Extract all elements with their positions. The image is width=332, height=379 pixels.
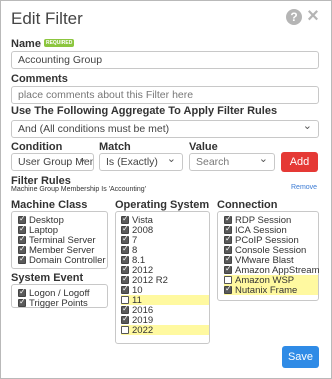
checkbox[interactable] — [121, 254, 129, 264]
checkbox[interactable] — [224, 214, 232, 224]
operating-system-checkbox-item[interactable]: 2012 R2 — [121, 274, 209, 286]
checkbox-label: Nutanix Frame — [235, 284, 298, 296]
edit-filter-dialog: Edit Filter ? × Name REQUIRED Accounting … — [0, 0, 332, 379]
aggregate-label: Use The Following Aggregate To Apply Fil… — [11, 105, 278, 117]
checkbox[interactable] — [121, 326, 129, 334]
machine-class-checkbox-item[interactable]: Desktop — [18, 214, 107, 226]
required-badge: REQUIRED — [43, 39, 75, 48]
checkbox[interactable] — [224, 254, 232, 264]
connection-checkbox-item[interactable]: Console Session — [224, 244, 318, 256]
checkbox[interactable] — [121, 284, 129, 294]
checkbox[interactable] — [18, 297, 26, 307]
checkbox[interactable] — [224, 276, 232, 284]
match-label: Match — [99, 141, 131, 153]
checkbox[interactable] — [224, 224, 232, 234]
operating-system-checkbox-item[interactable]: 2012 — [121, 264, 209, 276]
condition-select[interactable]: User Group Men — [11, 153, 94, 171]
operating-system-list: Vista2008788.120122012 R2101120162019202… — [115, 211, 210, 344]
connection-list: RDP SessionICA SessionPCoIP SessionConso… — [217, 211, 320, 301]
operating-system-checkbox-item[interactable]: 2019 — [121, 314, 209, 326]
operating-system-checkbox-item[interactable]: 8.1 — [121, 254, 209, 266]
checkbox[interactable] — [121, 314, 129, 324]
checkbox[interactable] — [121, 296, 129, 304]
checkbox[interactable] — [224, 234, 232, 244]
save-button[interactable]: Save — [282, 346, 319, 368]
operating-system-checkbox-item[interactable]: 2022 — [121, 324, 209, 336]
system-event-checkbox-item[interactable]: Trigger Points — [18, 297, 107, 309]
checkbox-label: Trigger Points — [29, 297, 88, 309]
system-event-label: System Event — [11, 272, 84, 284]
checkbox[interactable] — [18, 254, 26, 264]
checkbox[interactable] — [224, 264, 232, 274]
value-label: Value — [189, 141, 218, 153]
checkbox[interactable] — [121, 274, 129, 284]
checkbox-label: 2022 — [132, 324, 154, 336]
name-input[interactable]: Accounting Group — [11, 51, 319, 69]
machine-class-checkbox-item[interactable]: Terminal Server — [18, 234, 107, 246]
comments-input[interactable]: place comments about this Filter here — [11, 86, 319, 104]
connection-checkbox-item[interactable]: Amazon AppStream — [224, 264, 320, 276]
checkbox[interactable] — [121, 304, 129, 314]
machine-class-checkbox-item[interactable]: Domain Controller — [18, 254, 107, 266]
checkbox[interactable] — [18, 224, 26, 234]
aggregate-select[interactable]: And (All conditions must be met) — [11, 120, 319, 138]
connection-checkbox-item[interactable]: Amazon WSP — [224, 275, 318, 286]
remove-link[interactable]: Remove — [291, 184, 317, 191]
header-icons: ? × — [286, 6, 321, 26]
system-event-list: Logon / LogoffTrigger Points — [11, 284, 108, 309]
machine-class-checkbox-item[interactable]: Member Server — [18, 244, 107, 256]
operating-system-checkbox-item[interactable]: 2008 — [121, 224, 209, 236]
checkbox[interactable] — [121, 224, 129, 234]
value-search-select[interactable]: Search — [189, 153, 275, 171]
close-icon[interactable]: × — [305, 6, 321, 26]
checkbox[interactable] — [121, 214, 129, 224]
checkbox[interactable] — [18, 287, 26, 297]
system-event-checkbox-item[interactable]: Logon / Logoff — [18, 287, 107, 299]
comments-label: Comments — [11, 73, 68, 85]
name-label-text: Name — [11, 38, 41, 50]
operating-system-checkbox-item[interactable]: 7 — [121, 234, 209, 246]
connection-label: Connection — [217, 199, 278, 211]
help-icon[interactable]: ? — [286, 9, 302, 25]
machine-class-list: DesktopLaptopTerminal ServerMember Serve… — [11, 211, 108, 269]
match-select[interactable]: Is (Exactly) — [99, 153, 183, 171]
checkbox[interactable] — [18, 234, 26, 244]
operating-system-checkbox-item[interactable]: 11 — [121, 295, 209, 306]
connection-checkbox-item[interactable]: VMware Blast — [224, 254, 318, 266]
operating-system-checkbox-item[interactable]: Vista — [121, 214, 209, 226]
filter-rule-summary: Machine Group Membership Is 'Accounting' — [11, 186, 146, 193]
name-label: Name REQUIRED — [11, 38, 75, 50]
dialog-title: Edit Filter — [11, 9, 83, 28]
connection-checkbox-item[interactable]: Nutanix Frame — [224, 284, 318, 296]
checkbox-label: Domain Controller — [29, 254, 106, 266]
operating-system-label: Operating System — [115, 199, 210, 211]
operating-system-checkbox-item[interactable]: 10 — [121, 284, 209, 296]
checkbox[interactable] — [224, 244, 232, 254]
operating-system-checkbox-item[interactable]: 8 — [121, 244, 209, 256]
connection-checkbox-item[interactable]: PCoIP Session — [224, 234, 318, 246]
checkbox[interactable] — [18, 214, 26, 224]
connection-checkbox-item[interactable]: ICA Session — [224, 224, 318, 236]
connection-checkbox-item[interactable]: RDP Session — [224, 214, 318, 226]
checkbox[interactable] — [224, 284, 232, 294]
machine-class-checkbox-item[interactable]: Laptop — [18, 224, 107, 236]
operating-system-checkbox-item[interactable]: 2016 — [121, 304, 209, 316]
machine-class-label: Machine Class — [11, 199, 88, 211]
checkbox[interactable] — [121, 244, 129, 254]
checkbox[interactable] — [18, 244, 26, 254]
add-button[interactable]: Add — [281, 152, 318, 172]
checkbox[interactable] — [121, 234, 129, 244]
condition-label: Condition — [11, 141, 63, 153]
checkbox[interactable] — [121, 264, 129, 274]
